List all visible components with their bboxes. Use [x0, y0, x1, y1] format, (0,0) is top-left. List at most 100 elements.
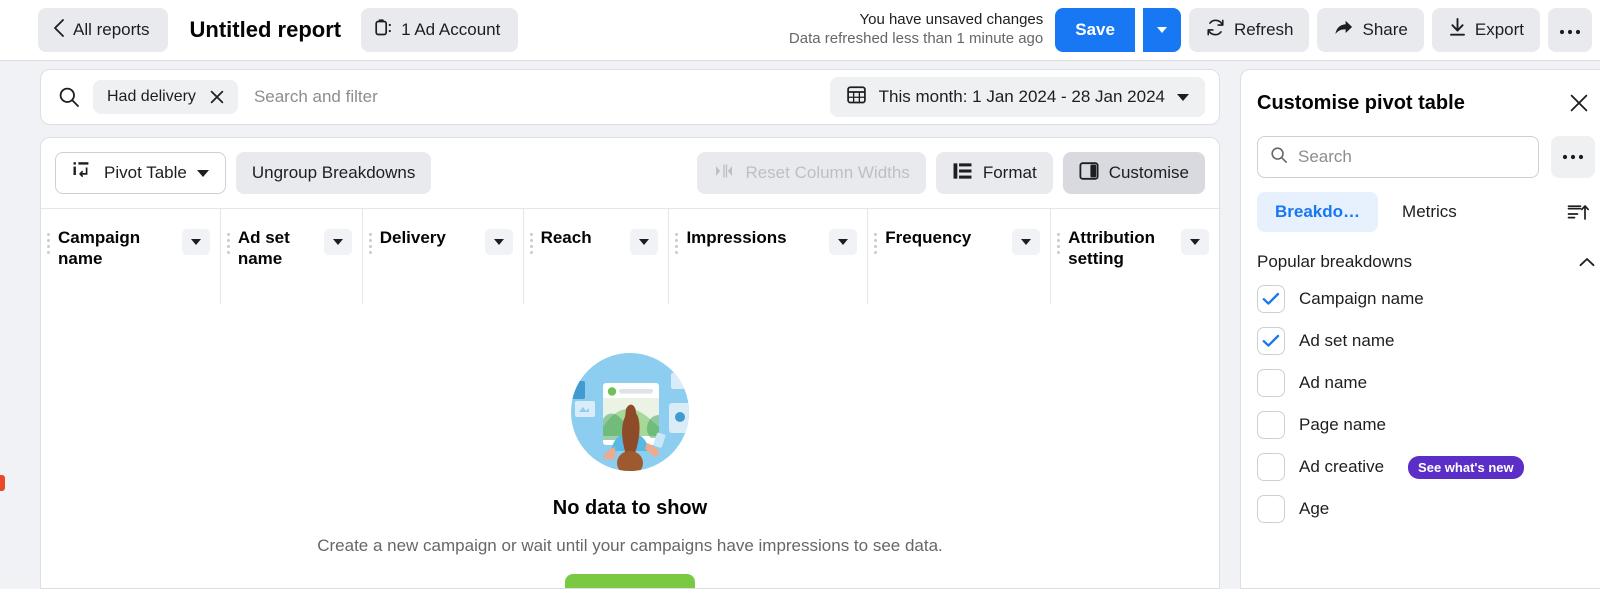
refresh-label: Refresh	[1234, 20, 1294, 40]
table-toolbar: Pivot Table Ungroup Breakdowns Reset Col…	[41, 138, 1219, 208]
column-menu-chevron-down-icon[interactable]	[630, 229, 658, 255]
column-menu-chevron-down-icon[interactable]	[182, 229, 210, 255]
column-menu-chevron-down-icon[interactable]	[1181, 229, 1209, 255]
column-menu-chevron-down-icon[interactable]	[485, 229, 513, 255]
sidebar-title: Customise pivot table	[1257, 92, 1465, 115]
sidebar-section-header[interactable]: Popular breakdowns	[1241, 232, 1600, 278]
list-item-label: Page name	[1299, 415, 1386, 435]
checkbox-unchecked-icon[interactable]	[1257, 495, 1285, 523]
sidebar-search-input[interactable]: Search	[1257, 136, 1539, 178]
ungroup-breakdowns-button[interactable]: Ungroup Breakdowns	[236, 152, 431, 194]
sidebar-search-placeholder: Search	[1298, 147, 1352, 167]
search-input[interactable]: Search and filter	[254, 87, 378, 107]
list-item[interactable]: Campaign name	[1257, 278, 1595, 320]
checkbox-checked-icon[interactable]	[1257, 327, 1285, 355]
format-button[interactable]: Format	[936, 152, 1053, 194]
column-header-label: Attribution setting	[1068, 227, 1181, 270]
unsaved-status: You have unsaved changes Data refreshed …	[789, 11, 1043, 49]
chevron-left-icon	[52, 18, 65, 43]
format-icon	[952, 161, 973, 186]
customise-label: Customise	[1109, 163, 1189, 183]
column-header-delivery[interactable]: Delivery	[363, 209, 524, 304]
column-header-reach[interactable]: Reach	[524, 209, 670, 304]
list-item-label: Campaign name	[1299, 289, 1424, 309]
column-header-ad-set-name[interactable]: Ad set name	[221, 209, 363, 304]
list-item[interactable]: Page name	[1257, 404, 1595, 446]
drag-handle-icon[interactable]	[227, 227, 230, 254]
chevron-up-icon[interactable]	[1579, 252, 1595, 272]
empty-state-subtitle: Create a new campaign or wait until your…	[317, 536, 943, 556]
top-bar: All reports Untitled report 1 Ad Account…	[0, 0, 1600, 61]
drag-handle-icon[interactable]	[675, 227, 678, 254]
create-campaign-button[interactable]	[565, 574, 695, 589]
ad-account-label: 1 Ad Account	[401, 20, 500, 40]
column-header-attribution-setting[interactable]: Attribution setting	[1051, 209, 1219, 304]
list-item[interactable]: Ad name	[1257, 362, 1595, 404]
column-menu-chevron-down-icon[interactable]	[829, 229, 857, 255]
column-menu-chevron-down-icon[interactable]	[1012, 229, 1040, 255]
column-header-label: Campaign name	[58, 227, 176, 270]
filter-chip-had-delivery[interactable]: Had delivery	[93, 80, 238, 114]
sidebar-section-title: Popular breakdowns	[1257, 252, 1412, 272]
more-options-button[interactable]	[1548, 8, 1592, 52]
sidebar-more-options-button[interactable]	[1551, 136, 1595, 178]
ad-account-selector-button[interactable]: 1 Ad Account	[361, 8, 518, 52]
list-item-label: Age	[1299, 499, 1329, 519]
filter-chip-label: Had delivery	[107, 88, 196, 106]
sidebar-search-row: Search	[1241, 136, 1600, 178]
close-icon[interactable]	[1563, 87, 1595, 119]
all-reports-label: All reports	[73, 20, 150, 40]
column-header-label: Frequency	[885, 227, 971, 248]
checkbox-unchecked-icon[interactable]	[1257, 411, 1285, 439]
checkbox-unchecked-icon[interactable]	[1257, 453, 1285, 481]
save-options-dropdown-button[interactable]	[1143, 8, 1181, 52]
tab-metrics[interactable]: Metrics	[1384, 192, 1475, 232]
drag-handle-icon[interactable]	[530, 227, 533, 254]
column-header-label: Impressions	[686, 227, 786, 248]
drag-handle-icon[interactable]	[47, 227, 50, 254]
column-header-campaign-name[interactable]: Campaign name	[41, 209, 221, 304]
reset-column-widths-button: Reset Column Widths	[697, 152, 925, 194]
drag-handle-icon[interactable]	[369, 227, 372, 254]
column-header-label: Delivery	[380, 227, 446, 248]
tab-breakdowns[interactable]: Breakdo…	[1257, 192, 1378, 232]
customise-panel-icon	[1079, 161, 1099, 186]
column-menu-chevron-down-icon[interactable]	[324, 229, 352, 255]
list-item[interactable]: Age	[1257, 488, 1595, 530]
list-item[interactable]: Ad set name	[1257, 320, 1595, 362]
page-title: Untitled report	[190, 17, 342, 43]
drag-handle-icon[interactable]	[874, 227, 877, 254]
column-header-label: Ad set name	[238, 227, 324, 270]
reset-column-widths-label: Reset Column Widths	[745, 163, 909, 183]
remove-filter-icon[interactable]	[206, 86, 228, 108]
ad-account-icon	[375, 18, 393, 43]
column-header-impressions[interactable]: Impressions	[669, 209, 868, 304]
save-button[interactable]: Save	[1055, 8, 1135, 52]
list-item[interactable]: Ad creative See what's new	[1257, 446, 1595, 488]
date-range-selector[interactable]: This month: 1 Jan 2024 - 28 Jan 2024	[830, 77, 1205, 117]
checkbox-checked-icon[interactable]	[1257, 285, 1285, 313]
checkbox-unchecked-icon[interactable]	[1257, 369, 1285, 397]
view-type-selector-button[interactable]: Pivot Table	[55, 152, 226, 194]
table-header-row: Campaign name Ad set name Delivery Reach	[41, 208, 1219, 303]
sort-ascending-icon[interactable]	[1561, 195, 1595, 229]
pivot-table-panel: Pivot Table Ungroup Breakdowns Reset Col…	[40, 137, 1220, 589]
column-header-label: Reach	[541, 227, 592, 248]
status-badge[interactable]: See what's new	[1408, 456, 1524, 479]
share-label: Share	[1362, 20, 1407, 40]
export-button[interactable]: Export	[1432, 8, 1540, 52]
share-arrow-icon	[1333, 18, 1354, 43]
search-icon	[55, 83, 83, 111]
report-builder-app: All reports Untitled report 1 Ad Account…	[0, 0, 1600, 589]
drag-handle-icon[interactable]	[1057, 227, 1060, 254]
pivot-table-icon	[72, 161, 94, 186]
list-item-label: Ad set name	[1299, 331, 1394, 351]
customise-button[interactable]: Customise	[1063, 152, 1205, 194]
empty-state-title: No data to show	[553, 497, 707, 520]
refresh-button[interactable]: Refresh	[1189, 8, 1310, 52]
all-reports-back-button[interactable]: All reports	[38, 8, 168, 52]
column-header-frequency[interactable]: Frequency	[868, 209, 1051, 304]
no-data-illustration	[571, 353, 689, 471]
share-button[interactable]: Share	[1317, 8, 1423, 52]
breakdown-options-list: Campaign name Ad set name Ad name	[1241, 278, 1600, 530]
